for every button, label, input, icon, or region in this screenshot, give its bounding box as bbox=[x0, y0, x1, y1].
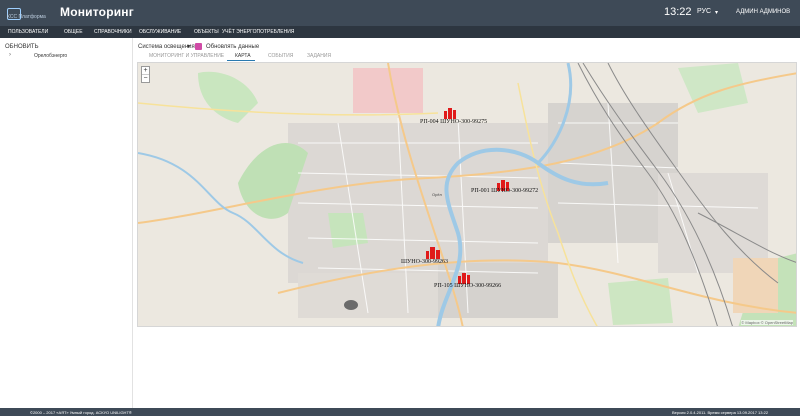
nav-item-references[interactable]: Справочники bbox=[94, 29, 132, 35]
tree-item[interactable]: Орелобэнерго bbox=[34, 53, 67, 59]
chevron-down-icon[interactable]: ▾ bbox=[715, 9, 718, 16]
nav-item-users[interactable]: Пользователи bbox=[8, 29, 48, 35]
zoom-controls: + − bbox=[141, 66, 150, 83]
logo-text: КСС Платформа bbox=[7, 14, 46, 20]
refresh-button[interactable]: ОБНОВИТЬ bbox=[5, 44, 39, 50]
main-nav: Пользователи Общее Справочники Обслужива… bbox=[0, 26, 800, 38]
zoom-in-button[interactable]: + bbox=[142, 67, 149, 74]
nav-item-objects[interactable]: Объекты bbox=[194, 29, 219, 35]
map-attribution[interactable]: © Mapbox © OpenStreetMap bbox=[741, 320, 793, 325]
zoom-out-button[interactable]: − bbox=[142, 74, 149, 82]
footer-version: Версия 2.0.4.2011. Время сервера 13.09.2… bbox=[672, 409, 769, 415]
map-view[interactable]: + − Орёл РП-004 ШУНО-300-99275 РП-001 ШУ… bbox=[137, 62, 797, 327]
app-header: КСС Платформа Мониторинг 13:22 РУС ▾ АДМ… bbox=[0, 0, 800, 26]
tab-map[interactable]: КАРТА bbox=[235, 53, 251, 59]
footer-copyright: ©2000 – 2017 «АЯТ» Умный город. АСКУО UN… bbox=[30, 409, 132, 415]
auto-refresh-label: Обновлять данные bbox=[206, 44, 260, 50]
chevron-down-icon[interactable]: ▾ bbox=[187, 43, 190, 50]
active-tab-indicator bbox=[227, 60, 255, 61]
footer: ©2000 – 2017 «АЯТ» Умный город. АСКУО UN… bbox=[0, 408, 800, 416]
nav-item-energy[interactable]: Учёт энергопотребления bbox=[222, 29, 294, 35]
clock: 13:22 bbox=[664, 6, 692, 18]
nav-item-general[interactable]: Общее bbox=[64, 29, 83, 35]
sidebar: ОБНОВИТЬ › Орелобэнерго bbox=[0, 38, 133, 408]
user-menu[interactable]: АДМИН АДМИНОВ bbox=[736, 9, 790, 15]
marker-label[interactable]: РП-001 ШУНО-300-99272 bbox=[471, 188, 538, 194]
nav-item-maintenance[interactable]: Обслуживание bbox=[139, 29, 181, 35]
tab-monitoring[interactable]: МОНИТОРИНГ И УПРАВЛЕНИЕ bbox=[149, 53, 224, 59]
tab-events[interactable]: СОБЫТИЯ bbox=[268, 53, 293, 59]
app-logo[interactable]: КСС Платформа bbox=[7, 5, 47, 21]
chevron-right-icon[interactable]: › bbox=[9, 52, 11, 58]
marker-label[interactable]: РП-004 ШУНО-300-99275 bbox=[420, 119, 487, 125]
marker-label[interactable]: РП-105 ШУНО-300-99266 bbox=[434, 283, 501, 289]
tab-tasks[interactable]: ЗАДАНИЯ bbox=[307, 53, 331, 59]
auto-refresh-checkbox[interactable] bbox=[195, 43, 202, 50]
marker-label[interactable]: ШУНО-300-99263 bbox=[401, 259, 448, 265]
map-place-label: Орёл bbox=[432, 192, 442, 197]
language-selector[interactable]: РУС bbox=[697, 8, 711, 15]
app-title: Мониторинг bbox=[60, 5, 134, 19]
